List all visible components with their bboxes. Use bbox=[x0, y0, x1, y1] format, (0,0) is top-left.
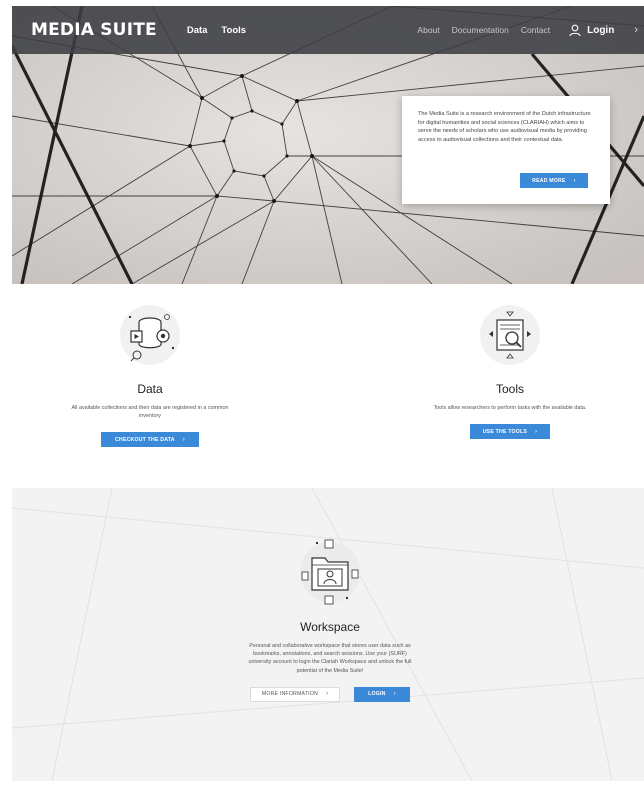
nav-link-documentation[interactable]: Documentation bbox=[452, 25, 509, 35]
brand-logo[interactable]: MEDIA SUITE bbox=[31, 20, 157, 40]
nav-link-contact[interactable]: Contact bbox=[521, 25, 550, 35]
chevron-right-icon: › bbox=[573, 177, 576, 184]
chevron-right-icon: › bbox=[182, 436, 185, 443]
data-column: Data All available collections and their… bbox=[60, 300, 240, 447]
workspace-folder-icon bbox=[300, 539, 360, 605]
more-information-label: MORE INFORMATION bbox=[261, 691, 318, 698]
nav-scroll-arrow-icon[interactable]: › bbox=[634, 24, 638, 36]
intro-description: The Media Suite is a research environmen… bbox=[418, 111, 591, 143]
workspace-description: Personal and collaborative workspace tha… bbox=[248, 643, 412, 674]
chevron-right-icon: › bbox=[535, 428, 538, 435]
nav-right-group: About Documentation Contact Login › bbox=[417, 6, 644, 54]
workspace-login-button[interactable]: LOGIN › bbox=[354, 686, 410, 702]
checkout-data-label: CHECKOUT THE DATA bbox=[115, 436, 175, 443]
intro-card: The Media Suite is a research environmen… bbox=[402, 96, 610, 204]
login-label: Login bbox=[587, 24, 615, 36]
nav-link-data[interactable]: Data bbox=[187, 25, 208, 36]
login-button[interactable]: Login bbox=[568, 23, 614, 37]
workspace-login-label: LOGIN bbox=[368, 691, 386, 698]
checkout-data-button[interactable]: CHECKOUT THE DATA › bbox=[101, 432, 199, 447]
nav-link-about[interactable]: About bbox=[417, 25, 439, 35]
tools-title: Tools bbox=[495, 382, 524, 396]
chevron-right-icon: › bbox=[393, 691, 396, 698]
use-tools-button[interactable]: USE THE TOOLS › bbox=[470, 424, 550, 439]
use-tools-label: USE THE TOOLS bbox=[482, 428, 528, 435]
database-icon bbox=[120, 305, 180, 365]
tools-column: Tools Tools allow researchers to perform… bbox=[420, 300, 600, 439]
workspace-actions: MORE INFORMATION › LOGIN › bbox=[242, 686, 418, 702]
chevron-right-icon: › bbox=[325, 691, 329, 698]
workspace-section: Workspace Personal and collaborative wor… bbox=[12, 488, 644, 781]
features-section: Data All available collections and their… bbox=[0, 300, 644, 480]
data-title: Data bbox=[137, 382, 163, 396]
read-more-button[interactable]: READ MORE › bbox=[520, 173, 588, 188]
magnifier-document-icon bbox=[480, 305, 540, 365]
nav-link-tools[interactable]: Tools bbox=[221, 25, 246, 36]
data-description: All available collections and their data… bbox=[71, 405, 229, 419]
read-more-label: READ MORE bbox=[532, 177, 566, 184]
tools-description: Tools allow researchers to perform tasks… bbox=[433, 405, 587, 411]
more-information-button[interactable]: MORE INFORMATION › bbox=[250, 686, 340, 702]
workspace-title: Workspace bbox=[300, 620, 360, 634]
top-navbar: MEDIA SUITE Data Tools About Documentati… bbox=[12, 6, 644, 54]
workspace-column: Workspace Personal and collaborative wor… bbox=[242, 532, 418, 702]
user-icon bbox=[569, 24, 581, 37]
